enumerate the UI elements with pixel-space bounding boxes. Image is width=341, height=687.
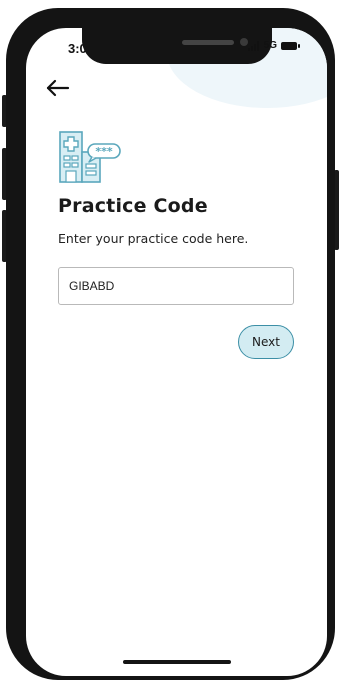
practice-code-input[interactable] <box>58 267 294 305</box>
page-subtitle: Enter your practice code here. <box>58 231 249 246</box>
svg-text:***: *** <box>95 145 113 158</box>
battery-icon <box>281 41 300 50</box>
speaker-grille <box>182 40 234 45</box>
status-indicators: 5G <box>247 40 300 51</box>
arrow-left-icon <box>46 79 70 97</box>
notch <box>82 28 272 64</box>
screen: 3:04 5G *** Practice Code Enter your pra… <box>26 28 327 676</box>
back-button[interactable] <box>44 76 72 100</box>
page-title: Practice Code <box>58 195 208 217</box>
next-button[interactable]: Next <box>238 325 294 359</box>
hospital-building-icon: *** <box>58 128 122 184</box>
phone-frame: 3:04 5G *** Practice Code Enter your pra… <box>6 8 335 680</box>
network-type: 5G <box>263 40 277 51</box>
signal-icon <box>247 40 260 51</box>
home-indicator[interactable] <box>123 660 231 664</box>
